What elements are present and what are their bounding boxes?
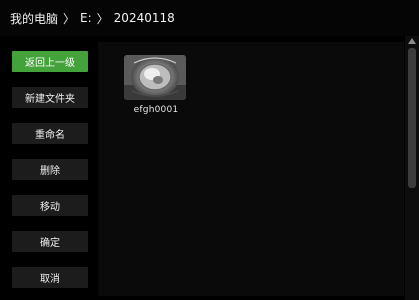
confirm-button[interactable]: 确定	[12, 231, 88, 252]
file-name: efgh0001	[133, 105, 179, 115]
scroll-up-arrow-icon[interactable]	[408, 38, 416, 44]
file-list: efgh0001	[98, 42, 404, 296]
cancel-button[interactable]: 取消	[12, 267, 88, 288]
scroll-thumb[interactable]	[408, 48, 416, 188]
delete-button[interactable]: 删除	[12, 159, 88, 180]
file-manager-window: 我的电脑 〉 E: 〉 20240118 返回上一级 新建文件夹 重命名 删除 …	[0, 0, 419, 300]
new-folder-button[interactable]: 新建文件夹	[12, 87, 88, 108]
breadcrumb-folder[interactable]: 20240118	[114, 11, 175, 25]
action-sidebar: 返回上一级 新建文件夹 重命名 删除 移动 确定 取消	[0, 36, 98, 300]
move-button[interactable]: 移动	[12, 195, 88, 216]
file-item[interactable]: efgh0001	[124, 55, 188, 115]
back-button[interactable]: 返回上一级	[12, 51, 88, 72]
breadcrumb-root[interactable]: 我的电脑	[10, 10, 58, 27]
breadcrumb-separator-icon: 〉	[96, 11, 109, 26]
image-thumbnail-icon	[124, 55, 186, 100]
rename-button[interactable]: 重命名	[12, 123, 88, 144]
breadcrumb-separator-icon: 〉	[63, 11, 76, 26]
breadcrumb: 我的电脑 〉 E: 〉 20240118	[0, 0, 419, 36]
vertical-scrollbar[interactable]	[405, 36, 419, 300]
breadcrumb-drive[interactable]: E:	[80, 11, 92, 25]
